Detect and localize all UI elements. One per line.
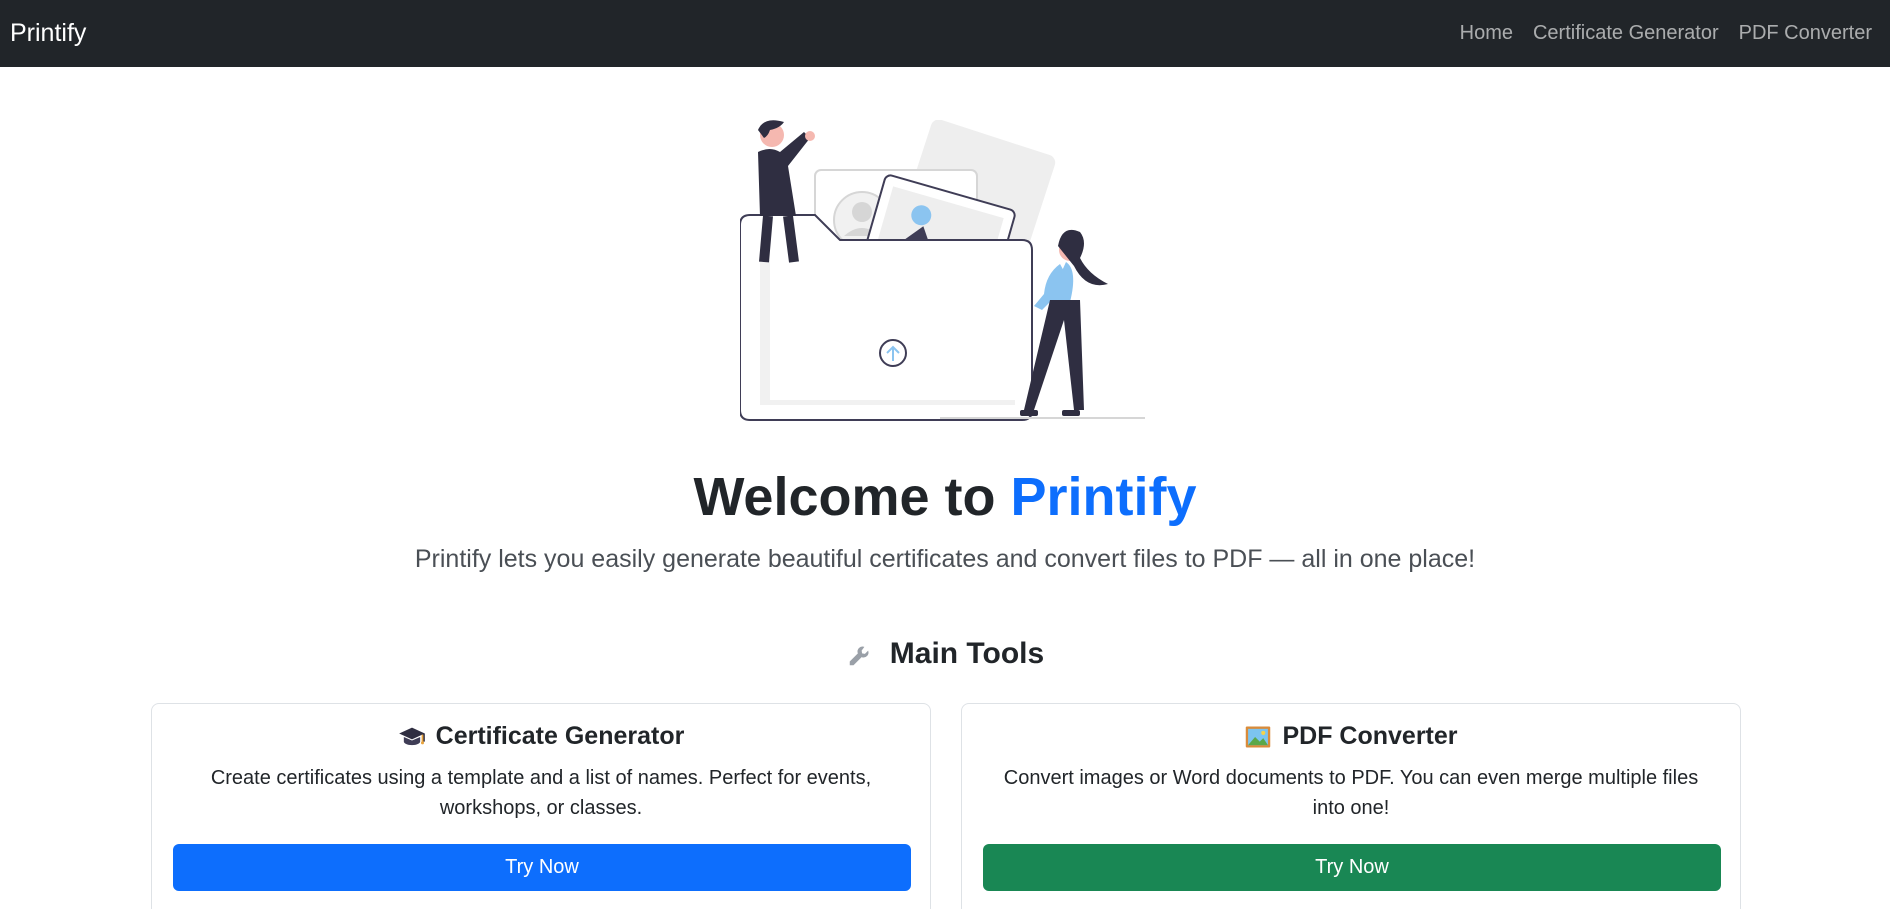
nav-link-home[interactable]: Home (1460, 22, 1513, 45)
navbar: Printify Home Certificate Generator PDF … (0, 0, 1890, 67)
card-title-text: Certificate Generator (435, 722, 685, 750)
framed-picture-icon (1244, 723, 1272, 751)
page-title: Welcome to Printify (0, 465, 1890, 530)
title-prefix: Welcome to (693, 467, 1011, 527)
brand-logo-link[interactable]: Printify (10, 19, 86, 48)
card-description: Convert images or Word documents to PDF.… (1003, 767, 1699, 819)
title-accent: Printify (1010, 467, 1197, 527)
try-now-certificate-button[interactable]: Try Now (173, 844, 911, 891)
try-now-pdf-button[interactable]: Try Now (983, 844, 1721, 891)
card-title-pdf-converter: PDF Converter (983, 722, 1719, 751)
main-tools-title: Main Tools (889, 637, 1045, 670)
certificate-generator-card: Certificate Generator Create certificate… (151, 703, 931, 909)
card-description: Create certificates using a template and… (210, 767, 872, 819)
main-tools-heading: Main Tools (0, 637, 1890, 671)
card-title-text: PDF Converter (1282, 722, 1458, 750)
nav-link-certificate-generator[interactable]: Certificate Generator (1533, 22, 1719, 45)
nav-links: Home Certificate Generator PDF Converter (1460, 22, 1880, 45)
nav-link-pdf-converter[interactable]: PDF Converter (1739, 22, 1872, 45)
hero-illustration (740, 120, 1145, 421)
card-title-certificate-generator: Certificate Generator (173, 722, 909, 751)
hero-subtitle: Printify lets you easily generate beauti… (414, 545, 1476, 573)
graduation-cap-icon (398, 723, 426, 751)
wrench-icon (846, 639, 876, 669)
pdf-converter-card: PDF Converter Convert images or Word doc… (961, 703, 1741, 909)
